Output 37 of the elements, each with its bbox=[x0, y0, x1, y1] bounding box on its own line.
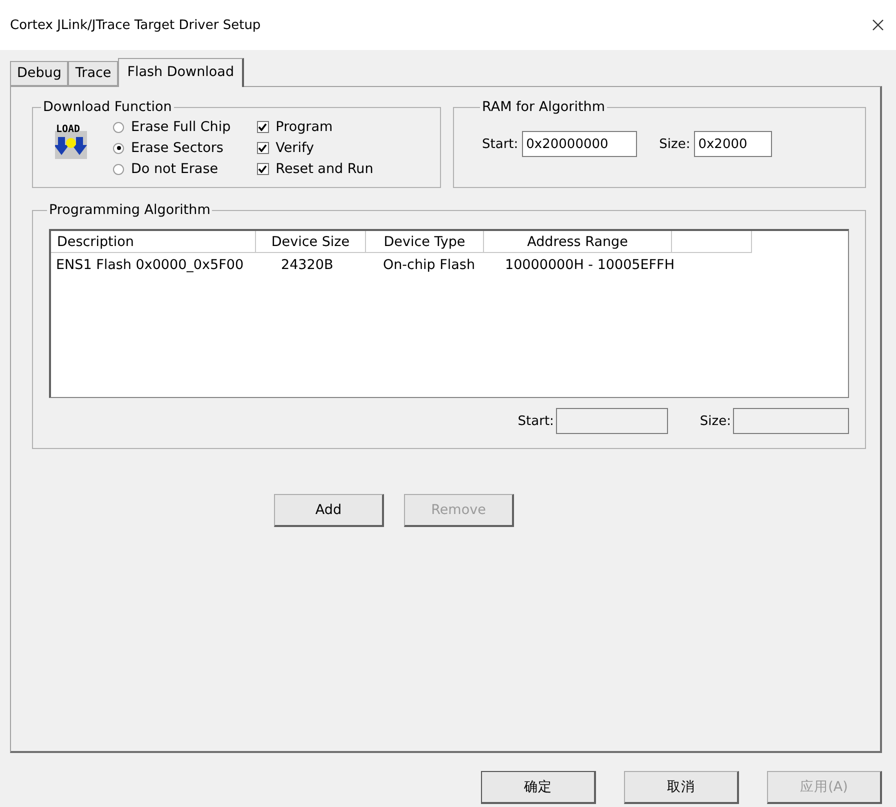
checkbox-label: Program bbox=[276, 119, 333, 135]
dialog-button[interactable]: 取消 bbox=[624, 771, 739, 804]
radio-label: Erase Full Chip bbox=[131, 119, 231, 135]
tab[interactable]: Debug bbox=[10, 61, 68, 86]
checkbox[interactable] bbox=[256, 163, 269, 175]
column-header[interactable]: Device Size bbox=[256, 231, 366, 253]
group-title: Programming Algorithm bbox=[48, 202, 212, 218]
checkbox-label: Verify bbox=[276, 140, 314, 156]
radio-label: Erase Sectors bbox=[131, 140, 224, 156]
close-icon[interactable] bbox=[872, 19, 884, 31]
group-title: RAM for Algorithm bbox=[481, 99, 606, 115]
input-field[interactable]: 0x20000000 bbox=[522, 131, 638, 157]
table-cell-text: On-chip Flash bbox=[382, 257, 476, 273]
checkbox[interactable] bbox=[256, 121, 269, 133]
group-title: Download Function bbox=[42, 99, 173, 115]
column-header[interactable]: Description bbox=[51, 231, 256, 253]
table-cell-text: ENS1 Flash 0x0000_0x5F00 bbox=[55, 257, 245, 273]
column-header[interactable]: Address Range bbox=[484, 231, 672, 253]
field-label: Start: bbox=[482, 136, 518, 152]
field-label: Size: bbox=[700, 414, 731, 428]
tab[interactable]: Flash Download bbox=[118, 58, 244, 87]
table-cell-text: 10000000H - 10005EFFH bbox=[504, 257, 672, 273]
radio-button[interactable] bbox=[113, 164, 124, 174]
checkbox-label: Reset and Run bbox=[276, 161, 374, 177]
field-label: Size: bbox=[659, 136, 690, 152]
column-header[interactable]: Device Type bbox=[366, 231, 484, 253]
list-button[interactable]: Add bbox=[274, 494, 384, 527]
radio-label: Do not Erase bbox=[131, 161, 218, 177]
dialog-button[interactable]: 确定 bbox=[481, 771, 596, 804]
field-label: Start: bbox=[518, 414, 554, 428]
radio-button[interactable] bbox=[113, 142, 124, 154]
input-field[interactable]: 0x2000 bbox=[694, 131, 772, 157]
tab[interactable]: Trace bbox=[68, 61, 118, 86]
checkbox[interactable] bbox=[256, 142, 269, 154]
window-title: Cortex JLink/JTrace Target Driver Setup bbox=[10, 18, 261, 32]
table-cell-text: 24320B bbox=[280, 257, 334, 273]
radio-button[interactable] bbox=[113, 122, 124, 132]
